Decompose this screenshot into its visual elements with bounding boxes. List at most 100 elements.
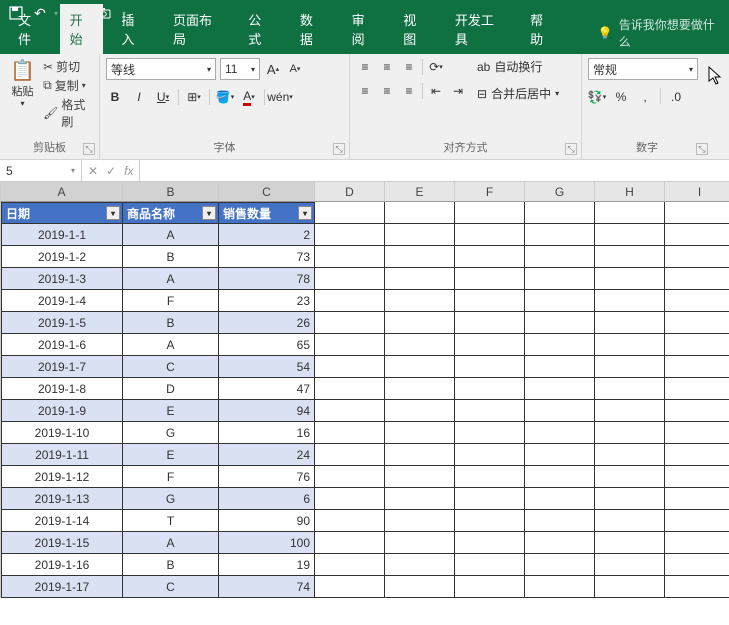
table-cell[interactable]: T bbox=[123, 510, 219, 532]
table-cell[interactable]: B bbox=[123, 554, 219, 576]
table-cell[interactable]: 54 bbox=[219, 356, 315, 378]
col-header-I[interactable]: I bbox=[665, 182, 729, 202]
cell[interactable] bbox=[385, 466, 455, 488]
number-format-select[interactable]: 常规▾ bbox=[588, 58, 698, 80]
col-header-B[interactable]: B bbox=[123, 182, 219, 202]
cell[interactable] bbox=[525, 444, 595, 466]
cell[interactable] bbox=[315, 488, 385, 510]
percent-button[interactable]: % bbox=[612, 88, 630, 106]
cell[interactable] bbox=[595, 356, 665, 378]
align-bottom-button[interactable]: ≡ bbox=[400, 58, 418, 76]
table-cell[interactable]: 47 bbox=[219, 378, 315, 400]
table-header-date[interactable]: 日期▾ bbox=[1, 202, 123, 224]
table-cell[interactable]: 24 bbox=[219, 444, 315, 466]
cell[interactable] bbox=[315, 290, 385, 312]
table-cell[interactable]: B bbox=[123, 312, 219, 334]
cell[interactable] bbox=[455, 202, 525, 224]
cell[interactable] bbox=[315, 378, 385, 400]
wrap-text-button[interactable]: ab自动换行 bbox=[477, 58, 559, 75]
table-cell[interactable]: 2019-1-14 bbox=[1, 510, 123, 532]
fx-button[interactable]: fx bbox=[124, 164, 133, 178]
cell[interactable] bbox=[315, 224, 385, 246]
cell[interactable] bbox=[665, 268, 729, 290]
cell[interactable] bbox=[385, 202, 455, 224]
cell[interactable] bbox=[595, 444, 665, 466]
table-cell[interactable]: 2019-1-1 bbox=[1, 224, 123, 246]
accounting-format-button[interactable]: 💱▾ bbox=[588, 88, 606, 106]
table-cell[interactable]: 26 bbox=[219, 312, 315, 334]
cell[interactable] bbox=[595, 422, 665, 444]
cell[interactable] bbox=[595, 290, 665, 312]
font-color-button[interactable]: A▾ bbox=[240, 88, 258, 106]
grid-body[interactable]: 日期▾商品名称▾销售数量▾2019-1-1A22019-1-2B732019-1… bbox=[1, 202, 729, 598]
tab-data[interactable]: 数据 bbox=[290, 4, 334, 54]
italic-button[interactable]: I bbox=[130, 88, 148, 106]
fill-color-button[interactable]: 🪣▾ bbox=[216, 88, 234, 106]
table-cell[interactable]: 2019-1-13 bbox=[1, 488, 123, 510]
cell[interactable] bbox=[315, 554, 385, 576]
cell[interactable] bbox=[595, 488, 665, 510]
cell[interactable] bbox=[665, 312, 729, 334]
font-launcher[interactable]: ⤡ bbox=[333, 143, 345, 155]
filter-button[interactable]: ▾ bbox=[106, 206, 120, 220]
number-launcher[interactable]: ⤡ bbox=[696, 143, 708, 155]
cell[interactable] bbox=[385, 400, 455, 422]
cell[interactable] bbox=[595, 334, 665, 356]
table-cell[interactable]: 2019-1-15 bbox=[1, 532, 123, 554]
table-cell[interactable]: 2019-1-6 bbox=[1, 334, 123, 356]
cell[interactable] bbox=[525, 246, 595, 268]
cell[interactable] bbox=[525, 312, 595, 334]
tab-review[interactable]: 审阅 bbox=[342, 4, 386, 54]
cell[interactable] bbox=[525, 224, 595, 246]
cell[interactable] bbox=[595, 510, 665, 532]
table-cell[interactable]: 23 bbox=[219, 290, 315, 312]
cell[interactable] bbox=[665, 532, 729, 554]
cell[interactable] bbox=[455, 422, 525, 444]
comma-button[interactable]: , bbox=[636, 88, 654, 106]
cell[interactable] bbox=[665, 290, 729, 312]
bold-button[interactable]: B bbox=[106, 88, 124, 106]
cell[interactable] bbox=[595, 466, 665, 488]
tab-insert[interactable]: 插入 bbox=[111, 4, 155, 54]
col-header-H[interactable]: H bbox=[595, 182, 665, 202]
cell[interactable] bbox=[455, 290, 525, 312]
cell[interactable] bbox=[455, 312, 525, 334]
cell[interactable] bbox=[665, 246, 729, 268]
table-cell[interactable]: 65 bbox=[219, 334, 315, 356]
table-cell[interactable]: A bbox=[123, 224, 219, 246]
tab-layout[interactable]: 页面布局 bbox=[163, 4, 230, 54]
cell[interactable] bbox=[455, 466, 525, 488]
cell[interactable] bbox=[455, 334, 525, 356]
cell[interactable] bbox=[455, 246, 525, 268]
underline-button[interactable]: U▾ bbox=[154, 88, 172, 106]
table-cell[interactable]: A bbox=[123, 334, 219, 356]
cell[interactable] bbox=[315, 400, 385, 422]
cell[interactable] bbox=[595, 378, 665, 400]
cell[interactable] bbox=[665, 576, 729, 598]
table-header-product[interactable]: 商品名称▾ bbox=[123, 202, 219, 224]
table-cell[interactable]: 2019-1-5 bbox=[1, 312, 123, 334]
grow-font-button[interactable]: A▴ bbox=[264, 60, 282, 78]
align-launcher[interactable]: ⤡ bbox=[565, 143, 577, 155]
cell[interactable] bbox=[595, 246, 665, 268]
cell[interactable] bbox=[315, 444, 385, 466]
align-top-button[interactable]: ≡ bbox=[356, 58, 374, 76]
table-cell[interactable]: 2019-1-12 bbox=[1, 466, 123, 488]
cell[interactable] bbox=[525, 422, 595, 444]
format-painter-button[interactable]: 🖌格式刷 bbox=[43, 96, 93, 130]
table-cell[interactable]: 16 bbox=[219, 422, 315, 444]
cell[interactable] bbox=[315, 246, 385, 268]
table-cell[interactable]: 2019-1-2 bbox=[1, 246, 123, 268]
cell[interactable] bbox=[595, 202, 665, 224]
col-header-E[interactable]: E bbox=[385, 182, 455, 202]
cell[interactable] bbox=[315, 312, 385, 334]
cancel-fx-button[interactable]: ✕ bbox=[88, 164, 98, 178]
cell[interactable] bbox=[455, 378, 525, 400]
table-cell[interactable]: 2019-1-7 bbox=[1, 356, 123, 378]
cell[interactable] bbox=[525, 488, 595, 510]
cell[interactable] bbox=[385, 554, 455, 576]
merge-center-button[interactable]: ⊟合并后居中▾ bbox=[477, 85, 559, 102]
table-cell[interactable]: 2019-1-17 bbox=[1, 576, 123, 598]
cell[interactable] bbox=[455, 510, 525, 532]
filter-button[interactable]: ▾ bbox=[202, 206, 216, 220]
